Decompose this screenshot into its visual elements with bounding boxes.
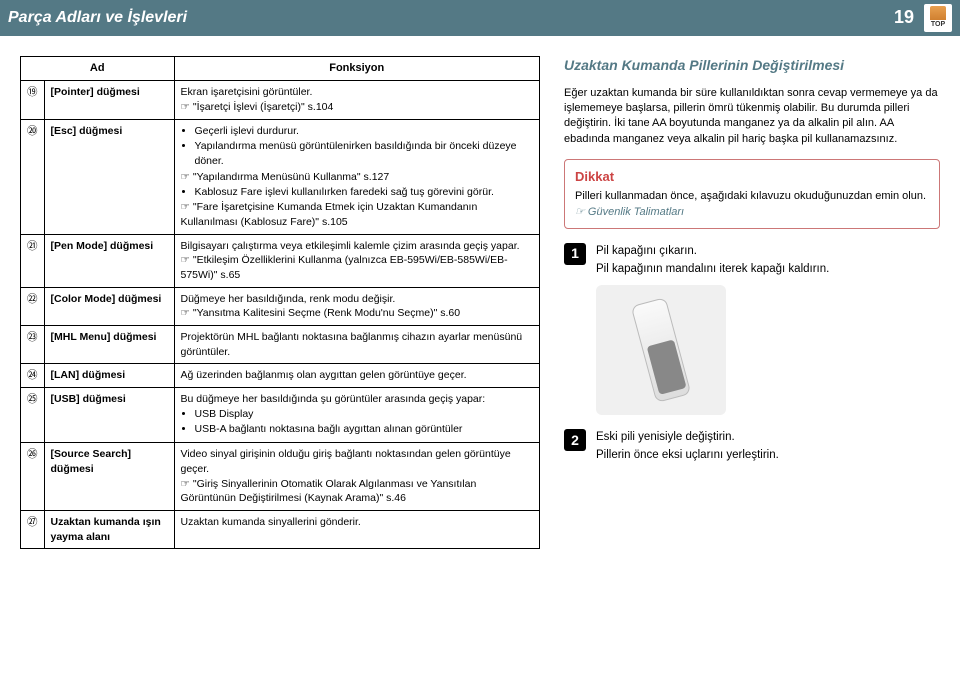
step-body: Pil kapağını çıkarın. Pil kapağının mand… xyxy=(596,243,940,415)
battery-cover-icon xyxy=(647,340,687,396)
row-num: ㉒ xyxy=(27,293,38,305)
table-row: ⑲ [Pointer] düğmesi Ekran işaretçisini g… xyxy=(21,81,540,119)
step-line2: Pil kapağının mandalını iterek kapağı ka… xyxy=(596,261,940,277)
left-column: Ad Fonksiyon ⑲ [Pointer] düğmesi Ekran i… xyxy=(20,56,540,549)
cross-ref: ☞ "Giriş Sinyallerinin Otomatik Olarak A… xyxy=(181,478,477,505)
caution-box: Dikkat Pilleri kullanmadan önce, aşağıda… xyxy=(564,159,940,229)
page-number: 19 xyxy=(894,5,914,30)
part-func: Bilgisayarı çalıştırma veya etkileşimli … xyxy=(174,234,540,287)
part-func: Ekran işaretçisini görüntüler. ☞ "İşaret… xyxy=(174,81,540,119)
part-name: [LAN] düğmesi xyxy=(44,364,174,388)
caution-link: ☞ Güvenlik Talimatları xyxy=(575,205,929,220)
table-row: ㉖ [Source Search] düğmesi Video sinyal g… xyxy=(21,443,540,511)
part-name: [Pen Mode] düğmesi xyxy=(44,234,174,287)
table-row: ㉔ [LAN] düğmesi Ağ üzerinden bağlanmış o… xyxy=(21,364,540,388)
part-func: Uzaktan kumanda sinyallerini gönderir. xyxy=(174,510,540,548)
table-row: ㉗ Uzaktan kumanda ışın yayma alanı Uzakt… xyxy=(21,510,540,548)
cross-ref: ☞ "Yansıtma Kalitesini Seçme (Renk Modu'… xyxy=(181,307,461,319)
row-num: ⑳ xyxy=(27,125,38,137)
caution-text: Pilleri kullanmadan önce, aşağıdaki kıla… xyxy=(575,189,929,204)
page-header: Parça Adları ve İşlevleri 19 TOP xyxy=(0,0,960,36)
header-right: 19 TOP xyxy=(894,4,952,32)
home-icon xyxy=(930,6,946,20)
part-name: [Source Search] düğmesi xyxy=(44,443,174,511)
cross-ref: ☞ "Etkileşim Özelliklerini Kullanma (yal… xyxy=(181,254,508,281)
part-name: [MHL Menu] düğmesi xyxy=(44,326,174,364)
remote-illustration xyxy=(596,285,726,415)
top-logo: TOP xyxy=(924,4,952,32)
step-line1: Eski pili yenisiyle değiştirin. xyxy=(596,429,940,445)
part-func: Projektörün MHL bağlantı noktasına bağla… xyxy=(174,326,540,364)
right-column: Uzaktan Kumanda Pillerinin Değiştirilmes… xyxy=(564,56,940,549)
row-num: ㉗ xyxy=(27,516,38,528)
part-name: [Esc] düğmesi xyxy=(44,119,174,234)
caution-title: Dikkat xyxy=(575,168,929,186)
row-num: ㉕ xyxy=(27,393,38,405)
cross-ref: ☞ "Yapılandırma Menüsünü Kullanma" s.127 xyxy=(181,170,534,185)
step-line2: Pillerin önce eksi uçlarını yerleştirin. xyxy=(596,447,940,463)
section-paragraph: Eğer uzaktan kumanda bir süre kullanıldı… xyxy=(564,86,940,148)
part-name: [USB] düğmesi xyxy=(44,388,174,443)
step: 2 Eski pili yenisiyle değiştirin. Piller… xyxy=(564,429,940,465)
part-func: Düğmeye her basıldığında, renk modu deği… xyxy=(174,287,540,325)
page-title: Parça Adları ve İşlevleri xyxy=(8,7,187,29)
part-func: Ağ üzerinden bağlanmış olan aygıttan gel… xyxy=(174,364,540,388)
step-line1: Pil kapağını çıkarın. xyxy=(596,243,940,259)
parts-table: Ad Fonksiyon ⑲ [Pointer] düğmesi Ekran i… xyxy=(20,56,540,549)
part-name: Uzaktan kumanda ışın yayma alanı xyxy=(44,510,174,548)
content-area: Ad Fonksiyon ⑲ [Pointer] düğmesi Ekran i… xyxy=(0,36,960,549)
table-row: ⑳ [Esc] düğmesi Geçerli işlevi durdurur.… xyxy=(21,119,540,234)
part-func: Geçerli işlevi durdurur. Yapılandırma me… xyxy=(174,119,540,234)
part-name: [Color Mode] düğmesi xyxy=(44,287,174,325)
part-func: Bu düğmeye her basıldığında şu görüntüle… xyxy=(174,388,540,443)
step-number-1: 1 xyxy=(564,243,586,265)
step: 1 Pil kapağını çıkarın. Pil kapağının ma… xyxy=(564,243,940,415)
table-row: ㉑ [Pen Mode] düğmesi Bilgisayarı çalıştı… xyxy=(21,234,540,287)
row-num: ㉓ xyxy=(27,331,38,343)
cross-ref: ☞ "Fare İşaretçisine Kumanda Etmek için … xyxy=(181,200,534,229)
table-row: ㉓ [MHL Menu] düğmesi Projektörün MHL bağ… xyxy=(21,326,540,364)
step-number-2: 2 xyxy=(564,429,586,451)
col-name-header: Ad xyxy=(21,57,175,81)
remote-icon xyxy=(631,297,692,403)
section-title: Uzaktan Kumanda Pillerinin Değiştirilmes… xyxy=(564,56,940,76)
logo-text: TOP xyxy=(931,20,945,30)
cross-ref: ☞ "İşaretçi İşlevi (İşaretçi)" s.104 xyxy=(181,101,334,113)
col-func-header: Fonksiyon xyxy=(174,57,540,81)
row-num: ㉑ xyxy=(27,240,38,252)
row-num: ㉖ xyxy=(27,448,38,460)
row-num: ㉔ xyxy=(27,369,38,381)
part-name: [Pointer] düğmesi xyxy=(44,81,174,119)
row-num: ⑲ xyxy=(27,86,38,98)
part-func: Video sinyal girişinin olduğu giriş bağl… xyxy=(174,443,540,511)
table-row: ㉕ [USB] düğmesi Bu düğmeye her basıldığı… xyxy=(21,388,540,443)
table-row: ㉒ [Color Mode] düğmesi Düğmeye her basıl… xyxy=(21,287,540,325)
step-body: Eski pili yenisiyle değiştirin. Pillerin… xyxy=(596,429,940,465)
